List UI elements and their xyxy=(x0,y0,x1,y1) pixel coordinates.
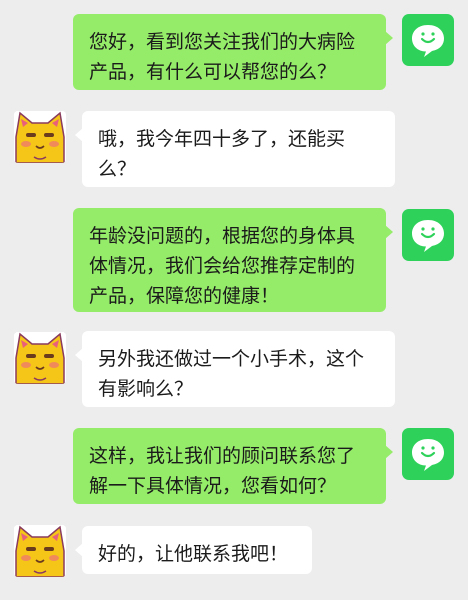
wechat-chat-bubble-icon xyxy=(412,439,444,471)
wechat-chat-bubble-icon xyxy=(412,220,444,252)
sender-avatar[interactable] xyxy=(402,209,454,261)
wechat-chat-bubble-icon xyxy=(412,25,444,57)
message-bubble-received[interactable]: 好的，让他联系我吧！ xyxy=(75,526,312,574)
contact-avatar[interactable] xyxy=(14,525,66,577)
cartoon-cat-icon xyxy=(14,332,66,384)
message-bubble-sent[interactable]: 年龄没问题的，根据您的身体具 体情况，我们会给您推荐定制的 产品，保障您的健康！ xyxy=(73,208,393,312)
contact-avatar[interactable] xyxy=(14,332,66,384)
message-bubble-received[interactable]: 另外我还做过一个小手术，这个 有影响么？ xyxy=(75,331,395,407)
message-bubble-sent[interactable]: 这样，我让我们的顾问联系您了 解一下具体情况，您看如何？ xyxy=(73,428,393,504)
cartoon-cat-icon xyxy=(14,111,66,163)
sender-avatar[interactable] xyxy=(402,14,454,66)
message-bubble-sent[interactable]: 您好，看到您关注我们的大病险 产品，有什么可以帮您的么？ xyxy=(73,14,393,90)
cartoon-cat-icon xyxy=(14,525,66,577)
chat-window: 您好，看到您关注我们的大病险 产品，有什么可以帮您的么？ 哦，我今年四十多了，还… xyxy=(0,0,468,600)
contact-avatar[interactable] xyxy=(14,111,66,163)
message-bubble-received[interactable]: 哦，我今年四十多了，还能买 么？ xyxy=(75,111,395,187)
sender-avatar[interactable] xyxy=(402,428,454,480)
